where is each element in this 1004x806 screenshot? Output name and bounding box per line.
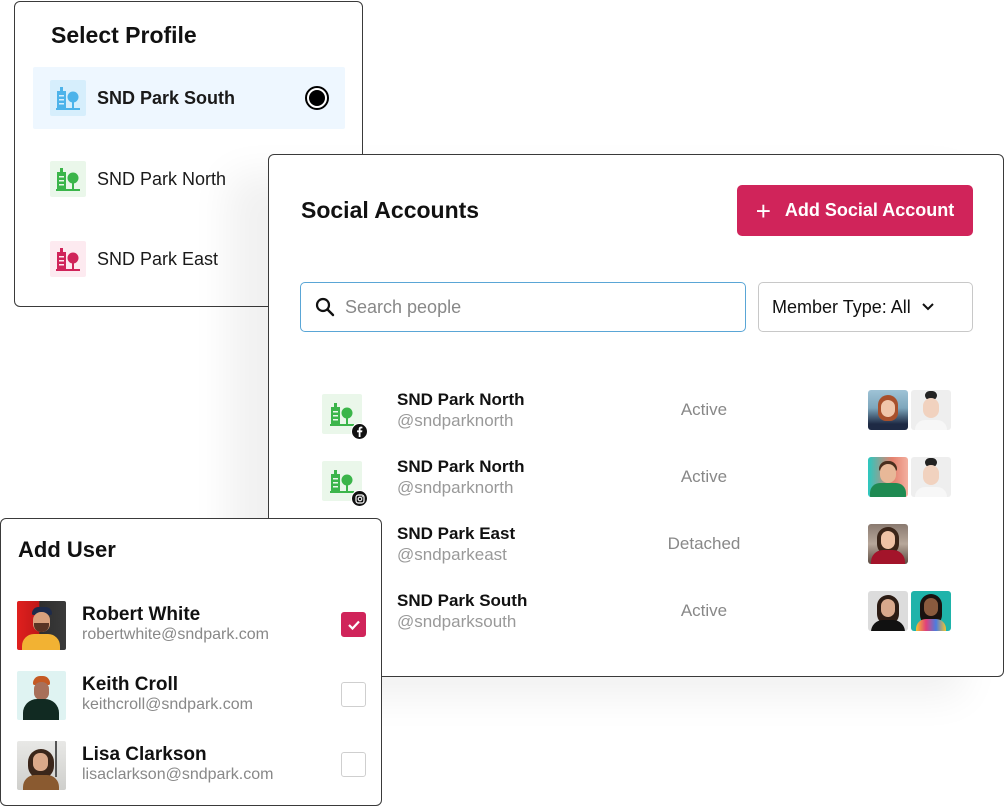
member-avatar-woman-colorful-dress[interactable] bbox=[911, 591, 951, 631]
user-checkbox-checked[interactable] bbox=[341, 612, 366, 637]
profile-avatar bbox=[50, 161, 86, 197]
chevron-down-icon bbox=[921, 302, 935, 312]
user-name: Lisa Clarkson bbox=[82, 744, 207, 765]
building-tree-icon bbox=[56, 248, 80, 271]
user-row[interactable]: Robert White robertwhite@sndpark.com bbox=[17, 601, 367, 651]
add-social-account-label: Add Social Account bbox=[784, 200, 955, 220]
account-status: Active bbox=[680, 467, 728, 486]
user-row[interactable]: Lisa Clarkson lisaclarkson@sndpark.com bbox=[17, 741, 367, 791]
member-avatar-smiling-woman-bun[interactable] bbox=[911, 457, 951, 497]
radio-dot bbox=[309, 90, 325, 106]
search-input[interactable] bbox=[345, 296, 725, 318]
account-name: SND Park East bbox=[397, 524, 516, 543]
building-tree-icon bbox=[330, 403, 354, 426]
user-photo-robert-white bbox=[17, 601, 66, 650]
user-email: lisaclarkson@sndpark.com bbox=[82, 766, 274, 783]
add-user-card: Add User Robert White robertwhite@sndpar… bbox=[0, 518, 382, 806]
account-name: SND Park South bbox=[397, 591, 528, 610]
profile-radio-selected[interactable] bbox=[305, 86, 329, 110]
account-name: SND Park North bbox=[397, 457, 525, 476]
account-avatar bbox=[322, 394, 368, 440]
member-avatar-man-green-jacket[interactable] bbox=[868, 457, 908, 497]
facebook-icon bbox=[351, 423, 368, 440]
building-tree-icon bbox=[56, 87, 80, 110]
building-tree-icon bbox=[56, 168, 80, 191]
plus-icon: + bbox=[755, 195, 771, 226]
user-checkbox[interactable] bbox=[341, 682, 366, 707]
user-name: Robert White bbox=[82, 604, 201, 625]
account-row[interactable]: SND Park North @sndparknorth Active bbox=[269, 390, 1003, 446]
account-handle: @sndparknorth bbox=[397, 478, 514, 497]
account-status: Active bbox=[680, 601, 728, 620]
account-row[interactable]: SND Park North @sndparknorth Active bbox=[269, 457, 1003, 513]
account-members bbox=[868, 524, 908, 564]
add-user-title: Add User bbox=[18, 537, 116, 562]
profile-avatar bbox=[50, 80, 86, 116]
account-status: Detached bbox=[667, 534, 741, 553]
account-status: Active bbox=[680, 400, 728, 419]
search-icon bbox=[315, 297, 335, 317]
profile-label: SND Park East bbox=[97, 248, 219, 269]
user-email: keithcroll@sndpark.com bbox=[82, 696, 253, 713]
user-email: robertwhite@sndpark.com bbox=[82, 626, 269, 643]
user-photo-keith-croll bbox=[17, 671, 66, 720]
member-avatar-redhead-woman[interactable] bbox=[868, 390, 908, 430]
profile-label: SND Park North bbox=[97, 168, 227, 189]
building-tree-icon bbox=[330, 470, 354, 493]
instagram-icon bbox=[351, 490, 368, 507]
checkmark-icon bbox=[347, 620, 360, 630]
social-accounts-title: Social Accounts bbox=[301, 197, 480, 223]
member-avatar-woman-black-top[interactable] bbox=[868, 591, 908, 631]
account-handle: @sndparknorth bbox=[397, 411, 514, 430]
user-checkbox[interactable] bbox=[341, 752, 366, 777]
member-type-label: Member Type: All bbox=[772, 296, 911, 317]
select-profile-title: Select Profile bbox=[51, 22, 197, 48]
account-avatar bbox=[322, 461, 368, 507]
user-photo-lisa-clarkson bbox=[17, 741, 66, 790]
profile-avatar bbox=[50, 241, 86, 277]
user-row[interactable]: Keith Croll keithcroll@sndpark.com bbox=[17, 671, 367, 721]
profile-item-snd-park-south[interactable]: SND Park South bbox=[33, 67, 345, 129]
user-name: Keith Croll bbox=[82, 674, 179, 695]
account-handle: @sndparksouth bbox=[397, 612, 517, 631]
search-box[interactable] bbox=[300, 282, 746, 332]
add-social-account-button[interactable]: + Add Social Account bbox=[737, 185, 973, 236]
account-handle: @sndparkeast bbox=[397, 545, 507, 564]
member-avatar-woman-red-sweater[interactable] bbox=[868, 524, 908, 564]
account-name: SND Park North bbox=[397, 390, 525, 409]
account-members bbox=[868, 390, 951, 430]
member-avatar-smiling-woman-bun[interactable] bbox=[911, 390, 951, 430]
account-members bbox=[868, 591, 951, 631]
account-members bbox=[868, 457, 951, 497]
profile-label: SND Park South bbox=[97, 87, 236, 108]
member-type-dropdown[interactable]: Member Type: All bbox=[758, 282, 973, 332]
